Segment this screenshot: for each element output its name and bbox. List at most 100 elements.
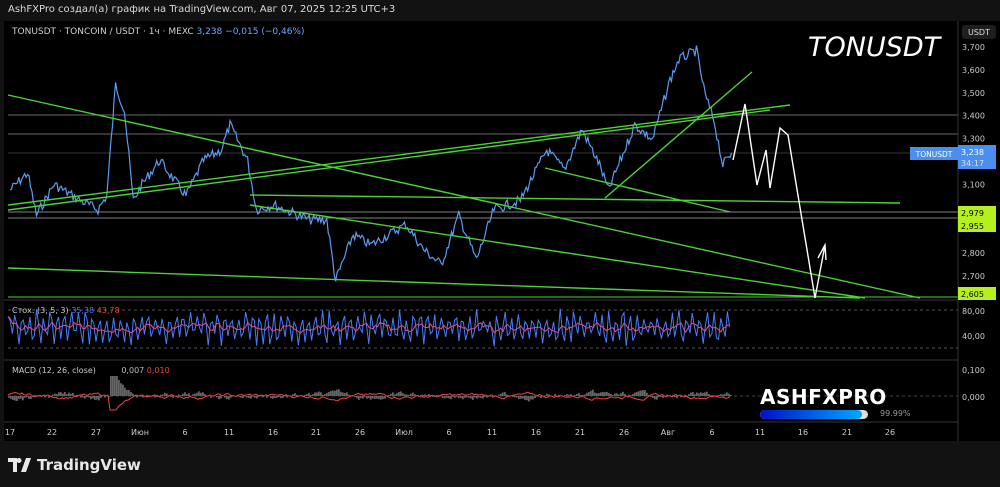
macd-bar (16, 396, 18, 402)
macd-bar (538, 396, 540, 397)
macd-bar (476, 396, 478, 399)
y-tick-label: 2,700 (962, 272, 985, 281)
macd-bar (478, 396, 480, 398)
macd-bar (142, 396, 144, 398)
stoch-legend: Стох. (3, 5, 3) 35,38 43,78 (12, 306, 120, 315)
macd-bar (652, 396, 654, 398)
macd-bar (194, 393, 196, 396)
macd-bar (480, 396, 482, 398)
tradingview-logo[interactable]: TradingView (8, 456, 141, 474)
price-change: −0,015 (−0,46%) (225, 27, 305, 37)
macd-bar (104, 396, 106, 398)
macd-bar (498, 394, 500, 396)
stoch-d-value: 43,78 (96, 306, 120, 315)
macd-bar (470, 396, 472, 399)
macd-bar (254, 396, 256, 398)
macd-bar (20, 396, 22, 399)
macd-bar (196, 392, 198, 396)
x-tick-label: 27 (91, 428, 101, 437)
x-tick-label: 26 (619, 428, 629, 437)
macd-bar (406, 394, 408, 396)
macd-bar (676, 396, 678, 399)
macd-bar (58, 392, 60, 396)
macd-bar (198, 391, 200, 396)
macd-bar (86, 396, 88, 398)
macd-bar (644, 390, 646, 396)
macd-axis-label: 0,100 (962, 366, 985, 375)
macd-bar (122, 384, 124, 396)
macd-bar (590, 390, 592, 396)
macd-bar (400, 391, 402, 396)
macd-bar (166, 393, 168, 396)
macd-bar (554, 393, 556, 396)
macd-bar (454, 396, 456, 398)
macd-bar (544, 395, 546, 396)
macd-bar (428, 393, 430, 396)
macd-bar (162, 394, 164, 396)
x-tick-label: Июн (131, 428, 149, 437)
macd-bar (188, 393, 190, 396)
macd-bar (276, 396, 278, 398)
macd-bar (348, 394, 350, 396)
progress-fill (760, 410, 862, 419)
x-tick-label: 17 (5, 428, 15, 437)
macd-bar (328, 391, 330, 396)
macd-bar (278, 396, 280, 398)
macd-bar (636, 391, 638, 396)
macd-bar (140, 396, 142, 397)
macd-bar (366, 396, 368, 399)
macd-bar (304, 394, 306, 396)
x-tick-label: 16 (798, 428, 808, 437)
macd-bar (178, 394, 180, 396)
macd-bar (600, 392, 602, 396)
macd-bar (484, 396, 486, 397)
y-tick-label: 3,400 (962, 112, 985, 121)
macd-bar (528, 396, 530, 402)
level-label: 2,605 (961, 290, 984, 299)
macd-bar (410, 393, 412, 396)
macd-bar (246, 396, 248, 398)
macd-bar (640, 390, 642, 396)
macd-bar (662, 396, 664, 399)
macd-bar (534, 396, 536, 399)
x-tick-label: 11 (755, 428, 765, 437)
y-tick-label: 2,800 (962, 249, 985, 258)
macd-bar (332, 390, 334, 396)
macd-bar (192, 394, 194, 396)
macd-bar (392, 392, 394, 396)
macd-bar (540, 396, 542, 399)
trendline (249, 204, 866, 299)
macd-bar (114, 376, 116, 396)
macd-bar (92, 396, 94, 399)
macd-bar (70, 393, 72, 396)
macd-bar (730, 394, 732, 396)
macd-bar (728, 393, 730, 396)
macd-axis-label: 0,000 (962, 393, 985, 402)
macd-bar (126, 389, 128, 396)
macd-bar (532, 396, 534, 400)
macd-bar (120, 383, 122, 396)
macd-bar (68, 392, 70, 396)
macd-bar (646, 392, 648, 396)
trendline (249, 194, 901, 204)
macd-bar (220, 396, 222, 399)
brand-watermark: ASHFXPRO (760, 385, 887, 409)
stoch-label: Стох. (3, 5, 3) (12, 306, 69, 315)
macd-bar (72, 392, 74, 396)
macd-bar (388, 394, 390, 396)
macd-bar (608, 393, 610, 396)
y-tick-label: 3,600 (962, 66, 985, 75)
macd-bar (238, 396, 240, 397)
macd-bar (518, 396, 520, 399)
price-line (9, 45, 733, 282)
macd-bar (702, 392, 704, 396)
x-tick-label: 22 (47, 428, 57, 437)
macd-bar (22, 396, 24, 401)
macd-bar (482, 396, 484, 399)
macd-bar (24, 396, 26, 398)
macd-bar (610, 393, 612, 396)
macd-bar (342, 392, 344, 396)
macd-bar (226, 396, 228, 400)
macd-bar (364, 396, 366, 398)
trendline (544, 167, 731, 213)
